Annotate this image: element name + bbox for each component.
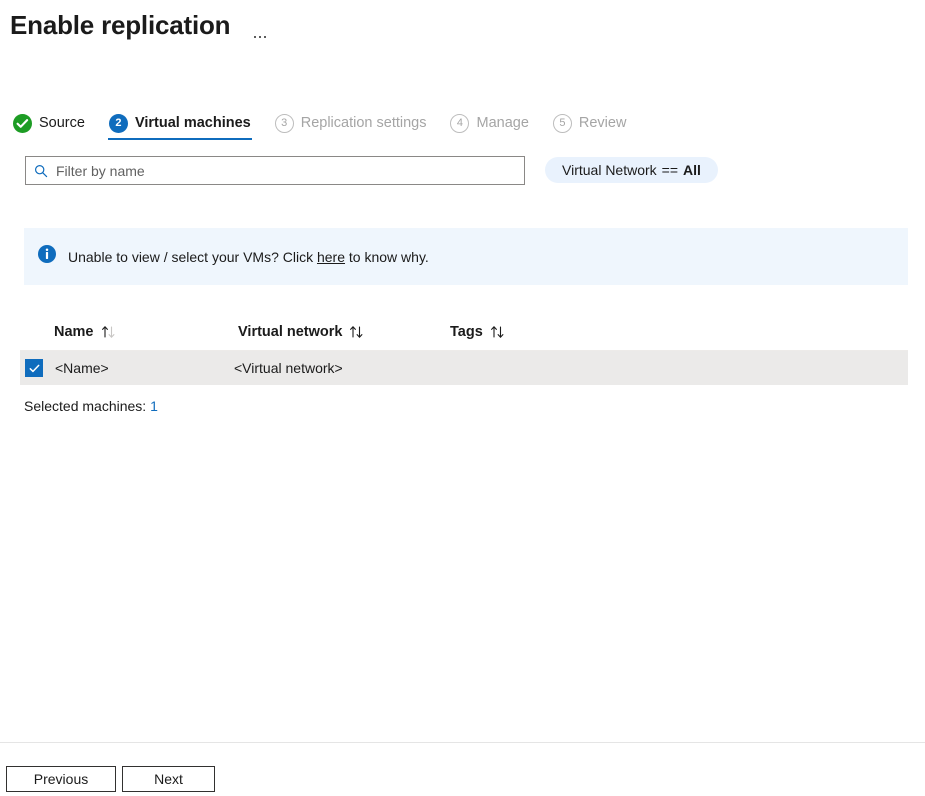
column-header-label: Name bbox=[54, 324, 94, 340]
info-banner-link[interactable]: here bbox=[317, 249, 345, 265]
wizard-step-label: Source bbox=[39, 115, 85, 131]
ellipsis-dot bbox=[254, 36, 256, 38]
wizard-step-label: Manage bbox=[476, 115, 528, 131]
ellipsis-dot bbox=[259, 36, 261, 38]
search-icon bbox=[34, 164, 48, 178]
active-step-underline bbox=[108, 138, 252, 140]
wizard-step-review[interactable]: 5 Review bbox=[541, 104, 639, 140]
wizard-step-label: Review bbox=[579, 115, 627, 131]
ellipsis-icon[interactable] bbox=[252, 8, 268, 42]
footer-actions: Previous Next bbox=[6, 766, 215, 792]
previous-button[interactable]: Previous bbox=[6, 766, 116, 792]
wizard-step-virtual-machines[interactable]: 2 Virtual machines bbox=[97, 104, 263, 140]
sort-arrows-icon bbox=[101, 325, 117, 339]
filter-pill-value: All bbox=[683, 162, 701, 178]
step-number-badge: 3 bbox=[275, 114, 294, 133]
table-cell-name-text: <Name> bbox=[55, 360, 109, 376]
ellipsis-dot bbox=[264, 36, 266, 38]
virtual-machines-table: Name Virtual network Tags bbox=[20, 313, 908, 385]
table-cell-virtual-network: <Virtual network> bbox=[234, 360, 446, 376]
wizard-step-label: Replication settings bbox=[301, 115, 427, 131]
page-header: Enable replication bbox=[10, 6, 268, 44]
info-banner-text-before: Unable to view / select your VMs? Click bbox=[68, 249, 313, 265]
column-header-name[interactable]: Name bbox=[24, 324, 238, 340]
wizard-step-source[interactable]: Source bbox=[13, 104, 97, 140]
selected-machines-label: Selected machines: bbox=[24, 398, 146, 414]
page-title: Enable replication bbox=[10, 6, 230, 44]
column-header-label: Virtual network bbox=[238, 324, 342, 340]
filter-pill-virtual-network[interactable]: Virtual Network == All bbox=[545, 157, 718, 183]
step-number-badge: 4 bbox=[450, 114, 469, 133]
step-number-badge: 5 bbox=[553, 114, 572, 133]
column-header-virtual-network[interactable]: Virtual network bbox=[238, 324, 450, 340]
wizard-step-replication-settings[interactable]: 3 Replication settings bbox=[263, 104, 439, 140]
wizard-step-label: Virtual machines bbox=[135, 115, 251, 131]
table-row[interactable]: <Name> <Virtual network> bbox=[20, 351, 908, 385]
column-header-tags[interactable]: Tags bbox=[450, 324, 908, 340]
next-button[interactable]: Next bbox=[122, 766, 215, 792]
wizard-steps: Source 2 Virtual machines 3 Replication … bbox=[13, 104, 638, 140]
table-cell-name: <Name> bbox=[20, 359, 234, 377]
filter-search-box[interactable] bbox=[25, 156, 525, 185]
info-banner: Unable to view / select your VMs? Click … bbox=[24, 228, 908, 285]
search-input[interactable] bbox=[56, 163, 516, 179]
column-header-label: Tags bbox=[450, 324, 483, 340]
filter-pill-field: Virtual Network bbox=[562, 162, 657, 178]
sort-arrows-icon bbox=[349, 325, 365, 339]
info-banner-text-after: to know why. bbox=[349, 249, 429, 265]
sort-arrows-icon bbox=[490, 325, 506, 339]
table-header-row: Name Virtual network Tags bbox=[20, 313, 908, 351]
selected-machines-summary: Selected machines: 1 bbox=[24, 398, 158, 414]
check-icon bbox=[13, 114, 32, 133]
footer-divider bbox=[0, 742, 925, 743]
filter-pill-operator: == bbox=[662, 162, 678, 178]
row-checkbox[interactable] bbox=[25, 359, 43, 377]
wizard-step-manage[interactable]: 4 Manage bbox=[438, 104, 540, 140]
info-banner-text: Unable to view / select your VMs? Click … bbox=[68, 249, 429, 265]
info-icon bbox=[38, 245, 56, 268]
selected-machines-count[interactable]: 1 bbox=[150, 398, 158, 414]
step-number-badge: 2 bbox=[109, 114, 128, 133]
